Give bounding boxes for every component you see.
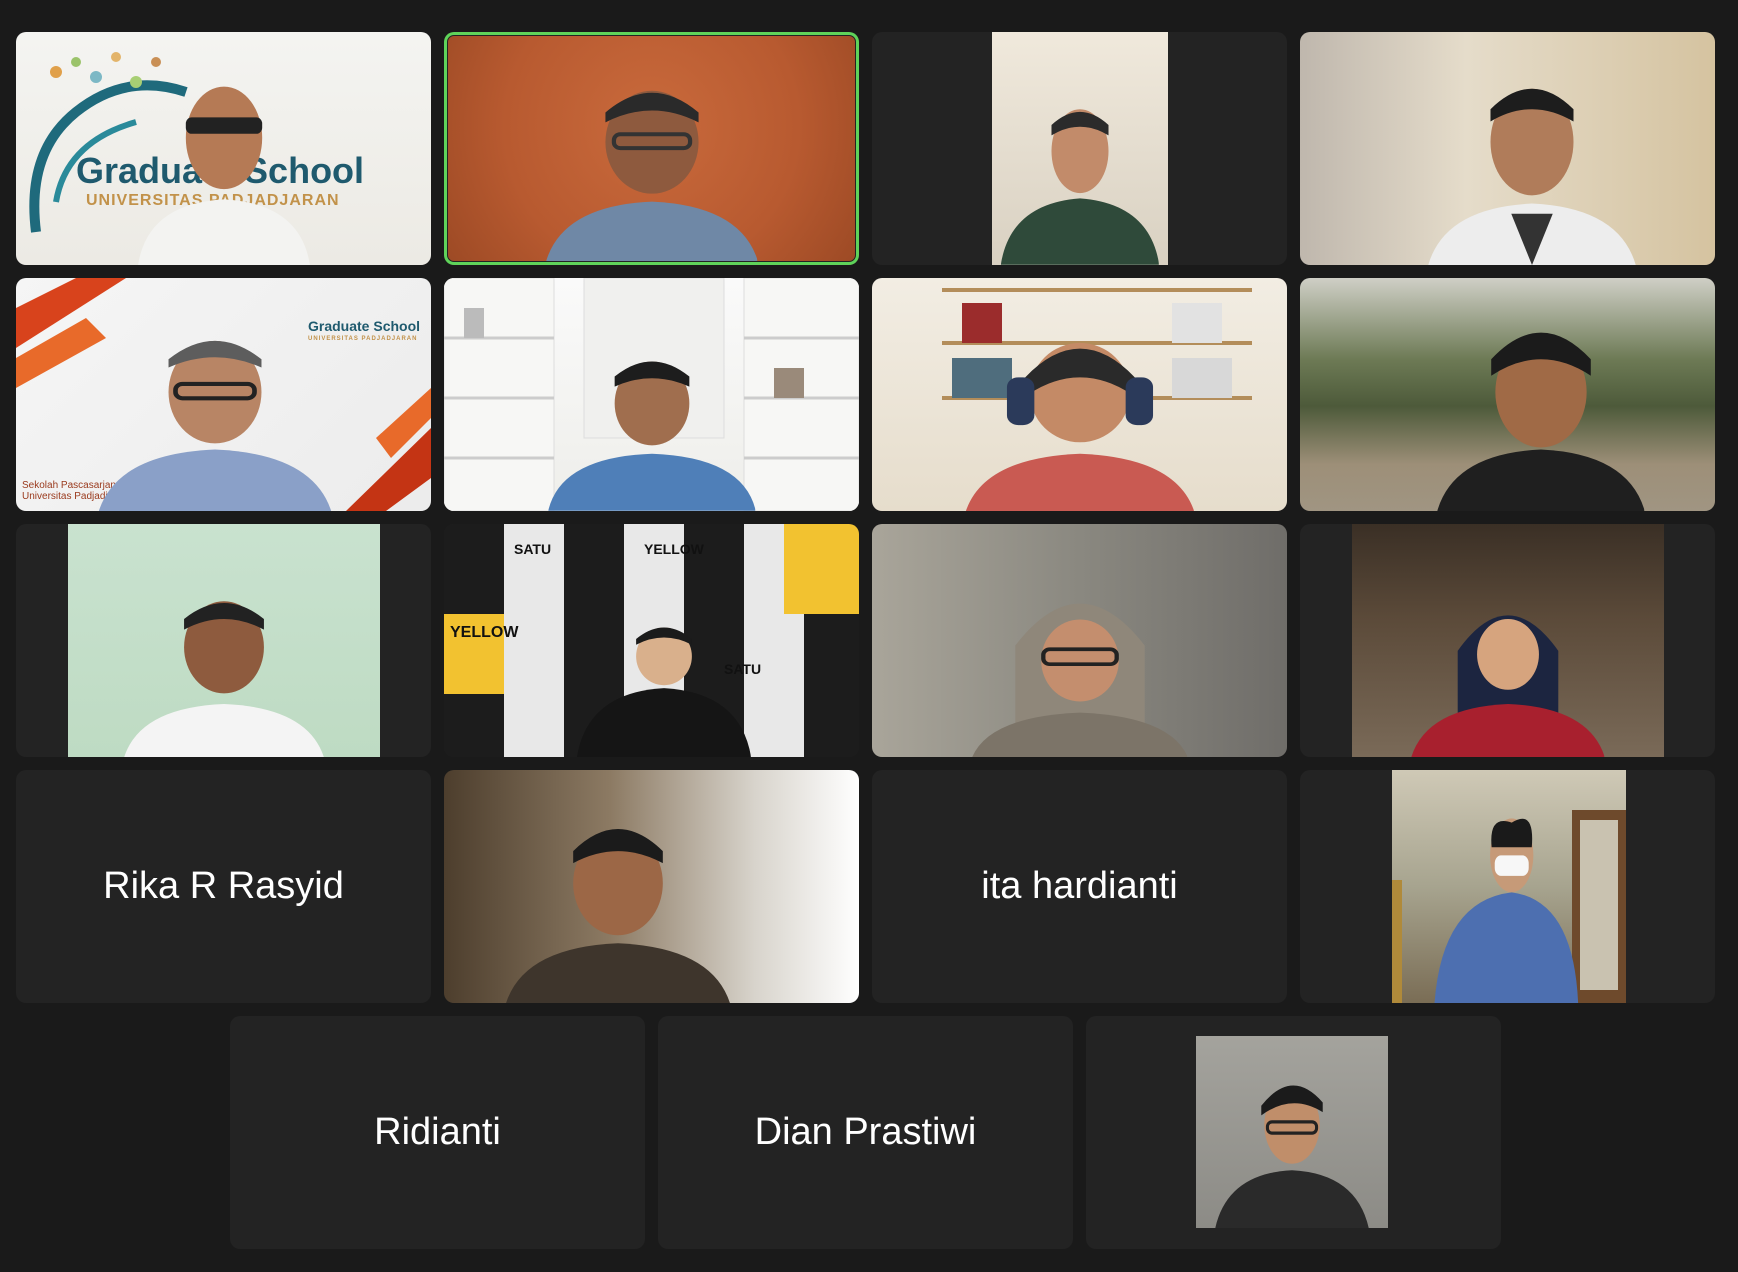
participant-name: Dian Prastiwi: [754, 1111, 977, 1153]
participant-figure: [971, 571, 1188, 757]
participant-tile-18[interactable]: Dian Prastiwi: [658, 1016, 1073, 1249]
participant-video: [1300, 278, 1715, 511]
participant-video: [992, 32, 1168, 265]
participant-tile-4[interactable]: [1300, 32, 1715, 265]
participant-name: Ridianti: [374, 1111, 501, 1153]
participant-video: [1392, 770, 1626, 1003]
participant-tile-1[interactable]: Graduate School UNIVERSITAS PADJADJARAN: [16, 32, 431, 265]
participant-tile-16[interactable]: [1300, 770, 1715, 1003]
participant-figure: [128, 60, 319, 265]
participant-tile-6[interactable]: [444, 278, 859, 511]
participant-video: Graduate School UNIVERSITAS PADJADJARAN …: [16, 278, 431, 511]
participant-name: Rika R Rasyid: [103, 865, 344, 907]
participant-tile-10[interactable]: SATU YELLOW SATU YELLOW: [444, 524, 859, 757]
participant-figure: [1000, 90, 1160, 265]
participant-tile-2[interactable]: [444, 32, 859, 265]
participant-figure: [1215, 1067, 1369, 1228]
participant-video: Graduate School UNIVERSITAS PADJADJARAN: [16, 32, 431, 265]
participant-figure: [98, 306, 332, 511]
participant-figure: [1436, 306, 1645, 511]
participant-video: [872, 278, 1287, 511]
participant-tile-9[interactable]: [16, 524, 431, 757]
participant-video: [1352, 524, 1664, 757]
participant-tile-7[interactable]: [872, 278, 1287, 511]
participant-name: ita hardianti: [981, 865, 1178, 907]
participant-tile-14[interactable]: [444, 770, 859, 1003]
participant-video: [1300, 32, 1715, 265]
meeting-gallery: Graduate School UNIVERSITAS PADJADJARAN: [0, 0, 1738, 1272]
participant-figure: [124, 580, 324, 757]
participant-tile-11[interactable]: [872, 524, 1287, 757]
participant-tile-19[interactable]: [1086, 1016, 1501, 1249]
participant-tile-12[interactable]: [1300, 524, 1715, 757]
participant-figure: [547, 343, 756, 511]
participant-figure: [1428, 60, 1637, 265]
participant-figure: [506, 803, 731, 1003]
participant-video: [444, 770, 859, 1003]
svg-text:YELLOW: YELLOW: [644, 541, 705, 557]
participant-figure: [1411, 580, 1605, 757]
participant-figure: [965, 320, 1194, 511]
participant-video: [68, 524, 380, 757]
svg-text:SATU: SATU: [514, 541, 551, 557]
participant-figure: [576, 613, 752, 757]
participant-video: [872, 524, 1287, 757]
participant-tile-8[interactable]: [1300, 278, 1715, 511]
participant-figure: [1427, 798, 1581, 1003]
participant-video: SATU YELLOW SATU YELLOW: [444, 524, 859, 757]
participant-tile-13[interactable]: Rika R Rasyid: [16, 770, 431, 1003]
poster-text: YELLOW: [450, 624, 519, 641]
participant-tile-3[interactable]: [872, 32, 1287, 265]
participant-figure: [545, 63, 758, 261]
participant-tile-15[interactable]: ita hardianti: [872, 770, 1287, 1003]
participant-photo: [1196, 1036, 1388, 1228]
participant-video: [444, 278, 859, 511]
participant-video: [448, 36, 855, 261]
participant-tile-17[interactable]: Ridianti: [230, 1016, 645, 1249]
participant-tile-5[interactable]: Graduate School UNIVERSITAS PADJADJARAN …: [16, 278, 431, 511]
